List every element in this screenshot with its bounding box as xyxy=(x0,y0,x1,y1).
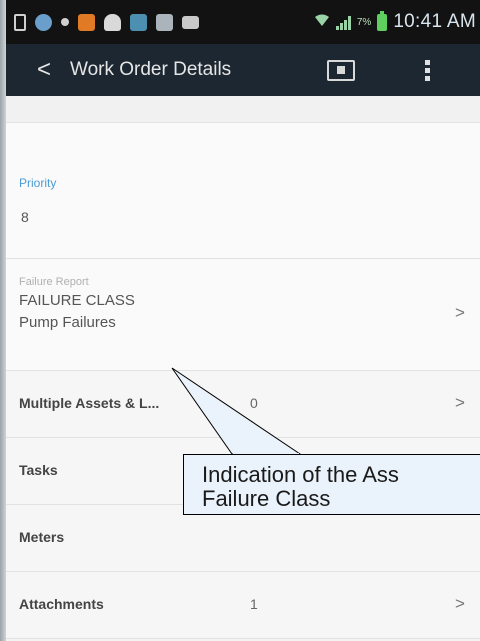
priority-label: Priority xyxy=(19,176,57,190)
overflow-menu-button[interactable] xyxy=(404,44,450,96)
status-bar: 7% 10:41 AM xyxy=(6,0,480,44)
chevron-right-icon: > xyxy=(455,393,465,412)
doc-icon xyxy=(156,13,173,31)
multiple-assets-label: Multiple Assets & L... xyxy=(19,395,160,411)
email-icon xyxy=(182,15,199,29)
action-bar: < Work Order Details xyxy=(6,44,480,96)
wifi-icon xyxy=(314,13,330,32)
network-label: 7% xyxy=(356,16,372,28)
failure-report-label: Failure Report xyxy=(19,276,89,288)
attachments-count: 1 xyxy=(250,596,258,612)
dot-icon xyxy=(61,18,69,26)
top-spacer xyxy=(6,96,480,123)
priority-value: 8 xyxy=(21,209,29,225)
status-system: 7% 10:41 AM xyxy=(314,10,480,33)
battery-icon xyxy=(377,10,388,31)
cloud-icon xyxy=(104,13,121,31)
notification-icon xyxy=(35,13,52,31)
photo-icon xyxy=(130,13,147,31)
image-icon xyxy=(78,13,95,31)
chevron-left-icon: < xyxy=(36,56,51,83)
callout-line-1: Indication of the Ass xyxy=(202,462,399,487)
details-content: Priority 8 Failure Report FAILURE CLASS … xyxy=(6,96,480,641)
usb-icon xyxy=(14,13,26,31)
tasks-label: Tasks xyxy=(19,462,58,478)
failure-class-value: Pump Failures xyxy=(19,314,116,331)
meters-label: Meters xyxy=(19,529,65,545)
annotation-callout: Indication of the Ass Failure Class xyxy=(183,454,480,515)
back-button[interactable]: < xyxy=(24,44,64,96)
failure-report-row[interactable]: Failure Report FAILURE CLASS Pump Failur… xyxy=(6,259,480,371)
card-view-icon xyxy=(327,59,355,81)
page-title: Work Order Details xyxy=(70,59,232,80)
clock: 10:41 AM xyxy=(393,11,476,32)
failure-class-label: FAILURE CLASS xyxy=(19,292,135,309)
multiple-assets-row[interactable]: Multiple Assets & L... 0 > xyxy=(6,371,480,438)
status-notifications xyxy=(6,13,199,31)
card-view-button[interactable] xyxy=(318,44,364,96)
chevron-right-icon: > xyxy=(455,303,465,322)
attachments-label: Attachments xyxy=(19,596,104,612)
multiple-assets-count: 0 xyxy=(250,395,258,411)
attachments-row[interactable]: Attachments 1 > xyxy=(6,572,480,639)
chevron-right-icon: > xyxy=(455,594,465,613)
overflow-menu-icon xyxy=(424,59,430,81)
priority-field[interactable]: Priority 8 xyxy=(6,123,480,259)
callout-line-2: Failure Class xyxy=(202,486,331,511)
signal-icon xyxy=(335,14,351,30)
meters-row[interactable]: Meters xyxy=(6,505,480,572)
